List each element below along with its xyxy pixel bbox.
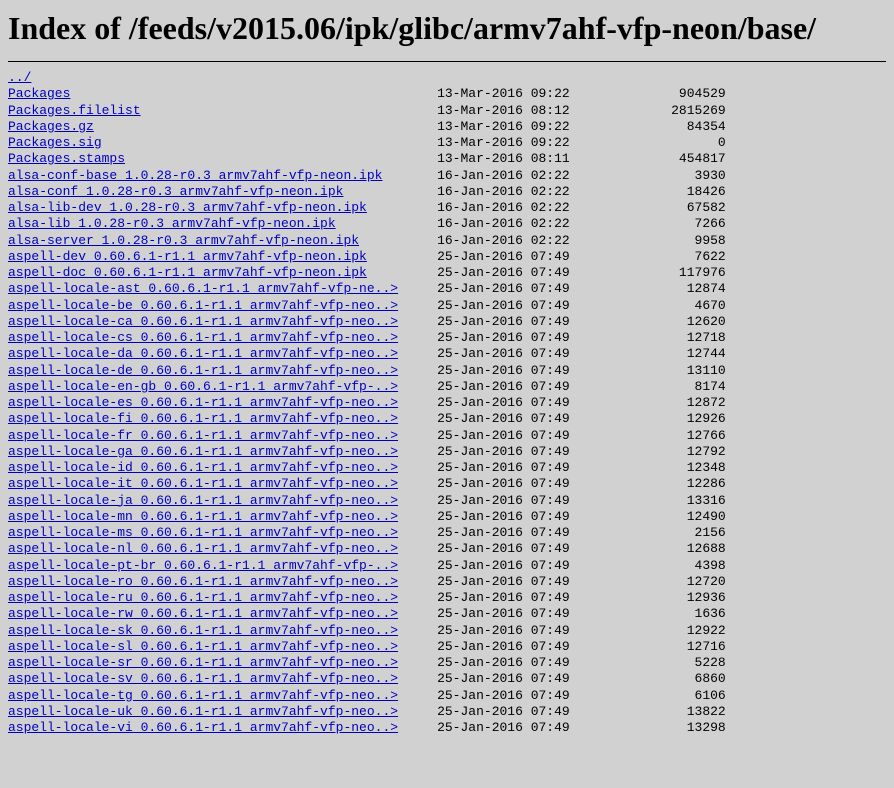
parent-link[interactable]: ../ xyxy=(8,70,31,85)
file-link[interactable]: aspell-locale-rw_0.60.6.1-r1.1_armv7ahf-… xyxy=(8,606,398,621)
file-link[interactable]: aspell-locale-sl_0.60.6.1-r1.1_armv7ahf-… xyxy=(8,639,398,654)
file-link[interactable]: aspell-doc_0.60.6.1-r1.1_armv7ahf-vfp-ne… xyxy=(8,265,367,280)
file-link[interactable]: aspell-locale-de_0.60.6.1-r1.1_armv7ahf-… xyxy=(8,363,398,378)
file-link[interactable]: aspell-locale-es_0.60.6.1-r1.1_armv7ahf-… xyxy=(8,395,398,410)
file-link[interactable]: aspell-locale-sv_0.60.6.1-r1.1_armv7ahf-… xyxy=(8,671,398,686)
divider xyxy=(8,61,886,62)
file-link[interactable]: aspell-locale-cs_0.60.6.1-r1.1_armv7ahf-… xyxy=(8,330,398,345)
file-link[interactable]: alsa-server_1.0.28-r0.3_armv7ahf-vfp-neo… xyxy=(8,233,359,248)
file-link[interactable]: alsa-conf_1.0.28-r0.3_armv7ahf-vfp-neon.… xyxy=(8,184,343,199)
file-link[interactable]: aspell-locale-id_0.60.6.1-r1.1_armv7ahf-… xyxy=(8,460,398,475)
file-link[interactable]: aspell-locale-pt-br_0.60.6.1-r1.1_armv7a… xyxy=(8,558,398,573)
file-link[interactable]: aspell-locale-fi_0.60.6.1-r1.1_armv7ahf-… xyxy=(8,411,398,426)
page-title: Index of /feeds/v2015.06/ipk/glibc/armv7… xyxy=(8,10,886,47)
file-link[interactable]: aspell-locale-vi_0.60.6.1-r1.1_armv7ahf-… xyxy=(8,720,398,735)
file-link[interactable]: aspell-locale-en-gb_0.60.6.1-r1.1_armv7a… xyxy=(8,379,398,394)
file-link[interactable]: alsa-lib_1.0.28-r0.3_armv7ahf-vfp-neon.i… xyxy=(8,216,336,231)
file-link[interactable]: aspell-locale-be_0.60.6.1-r1.1_armv7ahf-… xyxy=(8,298,398,313)
file-link[interactable]: aspell-locale-tg_0.60.6.1-r1.1_armv7ahf-… xyxy=(8,688,398,703)
file-link[interactable]: alsa-conf-base_1.0.28-r0.3_armv7ahf-vfp-… xyxy=(8,168,382,183)
file-link[interactable]: aspell-locale-mn_0.60.6.1-r1.1_armv7ahf-… xyxy=(8,509,398,524)
file-link[interactable]: aspell-locale-ga_0.60.6.1-r1.1_armv7ahf-… xyxy=(8,444,398,459)
file-link[interactable]: aspell-locale-ru_0.60.6.1-r1.1_armv7ahf-… xyxy=(8,590,398,605)
file-link[interactable]: Packages.stamps xyxy=(8,151,125,166)
file-link[interactable]: aspell-dev_0.60.6.1-r1.1_armv7ahf-vfp-ne… xyxy=(8,249,367,264)
file-link[interactable]: Packages.gz xyxy=(8,119,94,134)
file-link[interactable]: aspell-locale-ast_0.60.6.1-r1.1_armv7ahf… xyxy=(8,281,398,296)
file-link[interactable]: aspell-locale-sk_0.60.6.1-r1.1_armv7ahf-… xyxy=(8,623,398,638)
file-link[interactable]: aspell-locale-ro_0.60.6.1-r1.1_armv7ahf-… xyxy=(8,574,398,589)
file-link[interactable]: aspell-locale-nl_0.60.6.1-r1.1_armv7ahf-… xyxy=(8,541,398,556)
file-listing: ../ Packages 13-Mar-2016 09:22 904529 Pa… xyxy=(8,70,886,736)
file-link[interactable]: Packages xyxy=(8,86,70,101)
file-link[interactable]: Packages.sig xyxy=(8,135,102,150)
file-link[interactable]: aspell-locale-ms_0.60.6.1-r1.1_armv7ahf-… xyxy=(8,525,398,540)
file-link[interactable]: aspell-locale-sr_0.60.6.1-r1.1_armv7ahf-… xyxy=(8,655,398,670)
file-link[interactable]: aspell-locale-it_0.60.6.1-r1.1_armv7ahf-… xyxy=(8,476,398,491)
file-link[interactable]: alsa-lib-dev_1.0.28-r0.3_armv7ahf-vfp-ne… xyxy=(8,200,367,215)
file-link[interactable]: Packages.filelist xyxy=(8,103,141,118)
file-link[interactable]: aspell-locale-ja_0.60.6.1-r1.1_armv7ahf-… xyxy=(8,493,398,508)
file-link[interactable]: aspell-locale-da_0.60.6.1-r1.1_armv7ahf-… xyxy=(8,346,398,361)
file-link[interactable]: aspell-locale-uk_0.60.6.1-r1.1_armv7ahf-… xyxy=(8,704,398,719)
file-link[interactable]: aspell-locale-fr_0.60.6.1-r1.1_armv7ahf-… xyxy=(8,428,398,443)
file-link[interactable]: aspell-locale-ca_0.60.6.1-r1.1_armv7ahf-… xyxy=(8,314,398,329)
